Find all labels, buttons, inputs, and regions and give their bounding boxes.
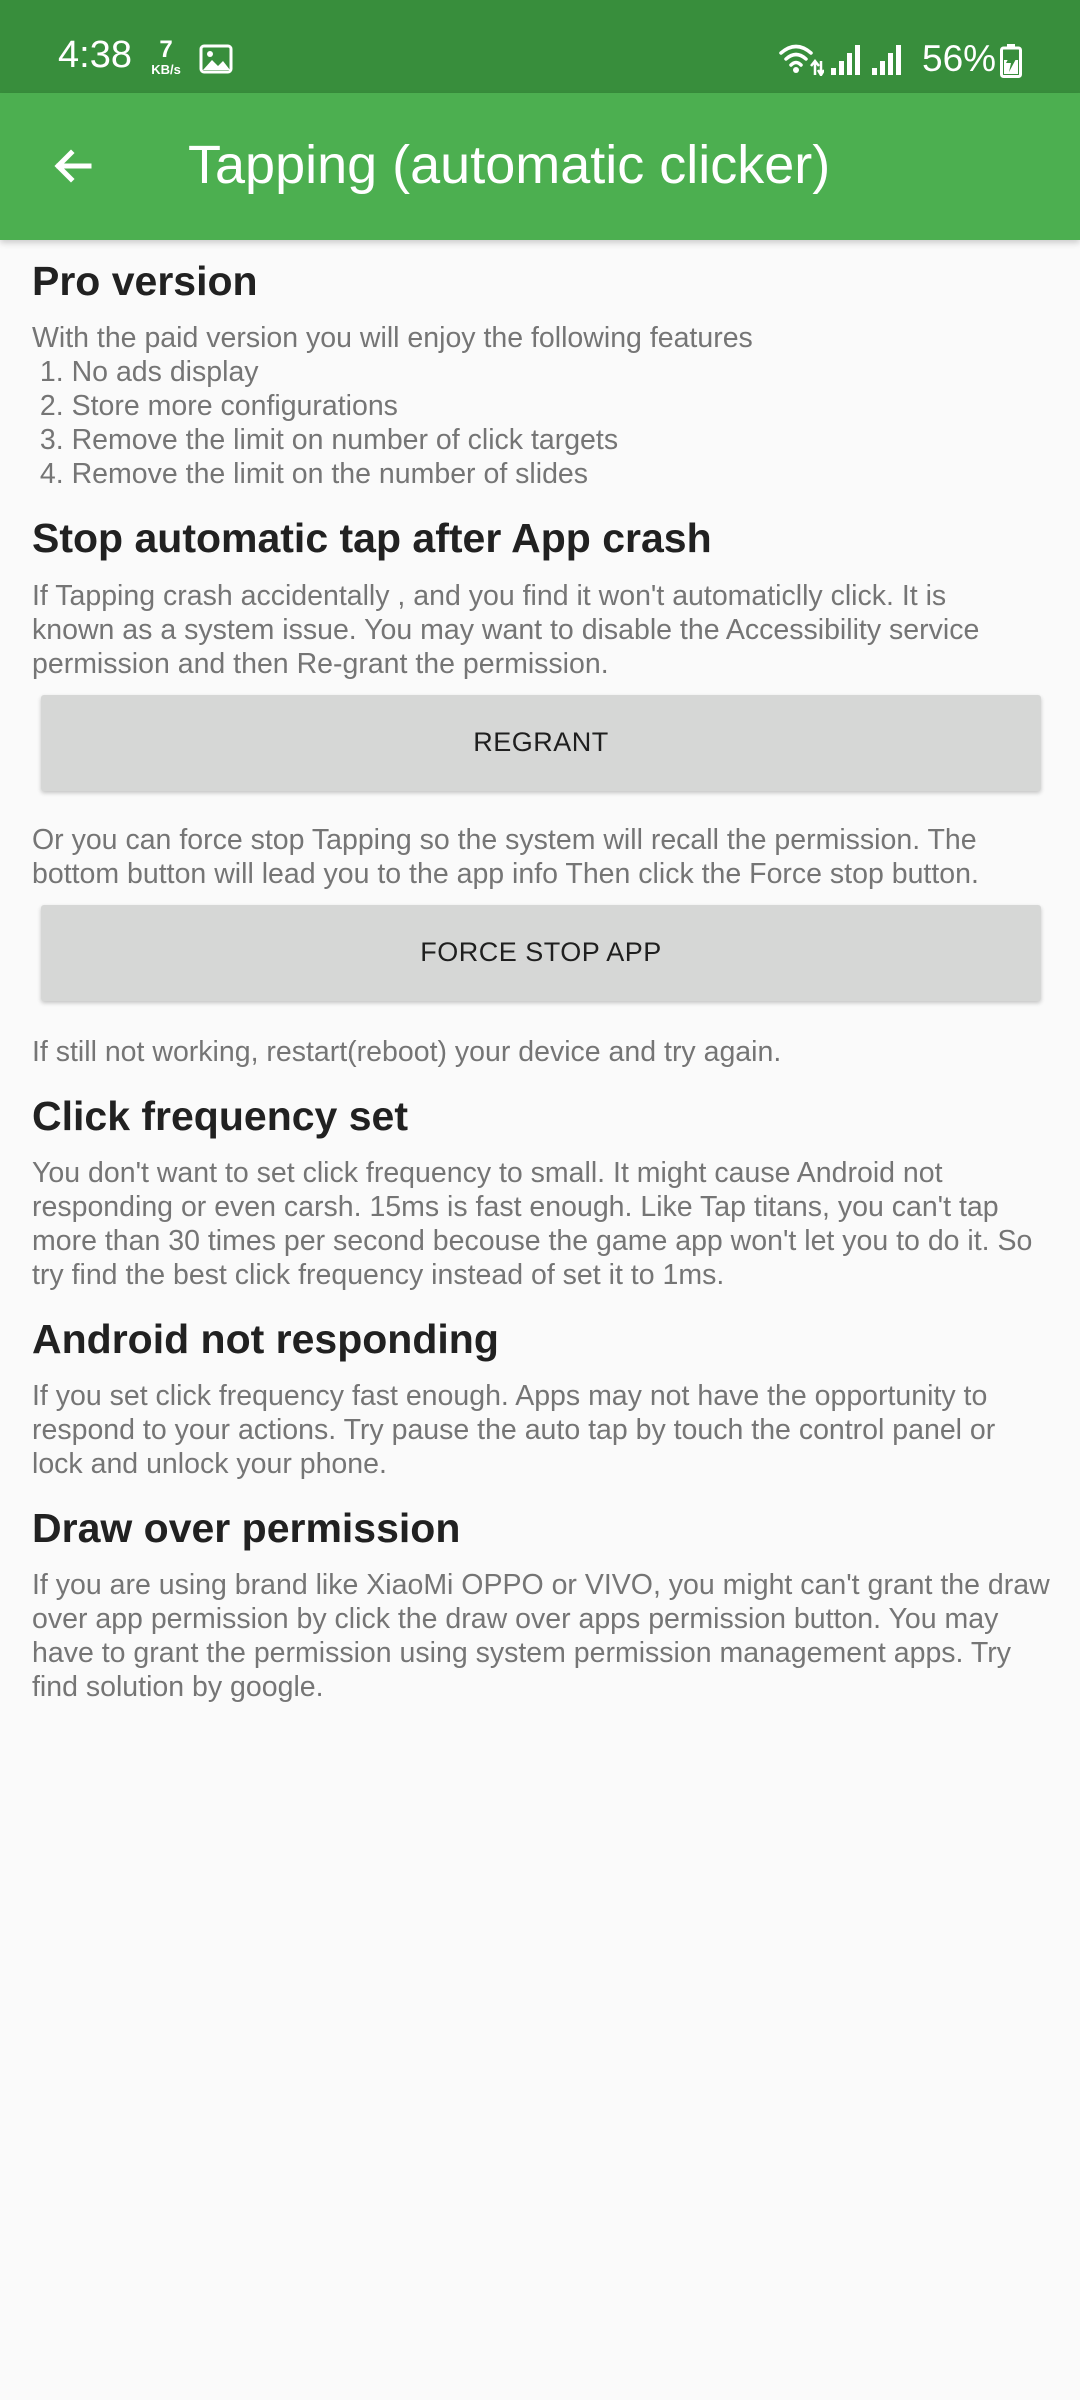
- text-line: find solution by google.: [32, 1671, 324, 1704]
- section-title-anr: Android not responding: [32, 1315, 499, 1362]
- section-title-stop: Stop automatic tap after App crash: [32, 515, 712, 562]
- network-speed-value: 7: [159, 36, 173, 63]
- text-line: bottom button will lead you to the app i…: [32, 857, 979, 890]
- section-title-draw: Draw over permission: [32, 1505, 461, 1551]
- text-line: If Tapping crash accidentally , and you …: [32, 579, 947, 612]
- battery-percentage: 56%: [922, 38, 997, 79]
- text-line: respond to your actions. Try pause the a…: [32, 1414, 996, 1446]
- text-line: Or you can force stop Tapping so the sys…: [32, 823, 977, 856]
- text-line: 4. Remove the limit on the number of sli…: [32, 458, 589, 491]
- text-line: known as a system issue. You may want to…: [32, 613, 980, 646]
- help-content: Pro version With the paid version you wi…: [32, 240, 1050, 1704]
- regrant-button[interactable]: REGRANT: [41, 694, 1041, 791]
- section-title-pro: Pro version: [32, 258, 258, 304]
- text-line: have to grant the permission using syste…: [32, 1637, 1011, 1670]
- battery-charging-icon: [1000, 44, 1022, 78]
- status-bar: 4:38 7 KB/s 56%: [0, 0, 1080, 93]
- arrow-back-icon: [54, 149, 92, 183]
- section-title-frequency: Click frequency set: [32, 1092, 408, 1139]
- signal-icon: [831, 45, 860, 75]
- text-line: 2. Store more configurations: [32, 390, 398, 423]
- text-line: responding or even carsh. 15ms is fast e…: [32, 1190, 999, 1223]
- reboot-description: If still not working, restart(reboot) yo…: [32, 1035, 1048, 1069]
- text-line: You don't want to set click frequency to…: [32, 1156, 943, 1189]
- text-line: 1. No ads display: [32, 356, 259, 389]
- gallery-icon: [199, 44, 233, 74]
- network-speed: 7 KB/s: [146, 36, 186, 77]
- text-line: over app permission by click the draw ov…: [32, 1603, 999, 1636]
- network-speed-unit: KB/s: [151, 62, 181, 77]
- text-line: With the paid version you will enjoy the…: [32, 322, 753, 355]
- back-button[interactable]: [28, 121, 118, 211]
- stop-description: If Tapping crash accidentally , and you …: [32, 579, 1048, 681]
- text-line: If still not working, restart(reboot) yo…: [32, 1035, 782, 1068]
- text-line: try find the best click frequency instea…: [32, 1258, 725, 1291]
- text-line: lock and unlock your phone.: [32, 1448, 387, 1480]
- app-bar: Tapping (automatic clicker): [0, 93, 1080, 240]
- frequency-description: You don't want to set click frequency to…: [32, 1156, 1048, 1292]
- signal-icon: [872, 45, 901, 75]
- wifi-icon: [779, 44, 824, 76]
- anr-description: If you set click frequency fast enough. …: [32, 1379, 1048, 1481]
- force-stop-app-button[interactable]: FORCE STOP APP: [41, 904, 1041, 1001]
- text-line: 3. Remove the limit on number of click t…: [32, 424, 619, 457]
- text-line: If you set click frequency fast enough. …: [32, 1380, 988, 1412]
- text-line: more than 30 times per second becouse th…: [32, 1224, 1033, 1257]
- text-line: If you are using brand like XiaoMi OPPO …: [32, 1569, 1050, 1602]
- pro-description: With the paid version you will enjoy the…: [32, 321, 1048, 491]
- status-time: 4:38: [58, 34, 132, 76]
- force-stop-description: Or you can force stop Tapping so the sys…: [32, 823, 1048, 891]
- page-title: Tapping (automatic clicker): [188, 135, 831, 195]
- text-line: permission and then Re-grant the permiss…: [32, 647, 609, 680]
- draw-description: If you are using brand like XiaoMi OPPO …: [32, 1568, 1050, 1704]
